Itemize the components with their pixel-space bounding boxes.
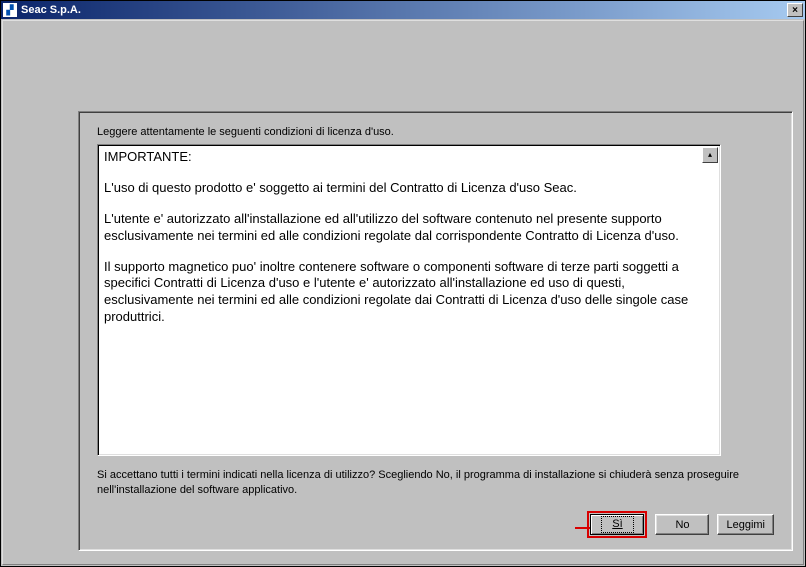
button-row: Sì No Leggimi <box>587 511 774 538</box>
close-icon: × <box>792 5 798 16</box>
license-paragraph: L'uso di questo prodotto e' soggetto ai … <box>104 180 700 197</box>
scroll-up-button[interactable]: ▴ <box>702 147 718 163</box>
no-button-label: No <box>675 519 689 531</box>
accept-question: Si accettano tutti i termini indicati ne… <box>97 468 757 499</box>
license-panel: Leggere attentamente le seguenti condizi… <box>78 111 793 551</box>
yes-button[interactable]: Sì <box>590 514 644 535</box>
license-textbox[interactable]: IMPORTANTE: L'uso di questo prodotto e' … <box>97 144 721 456</box>
close-button[interactable]: × <box>787 3 803 17</box>
readme-button[interactable]: Leggimi <box>717 514 774 535</box>
yes-button-label: Sì <box>612 518 622 530</box>
license-paragraph: L'utente e' autorizzato all'installazion… <box>104 211 700 245</box>
app-icon: ▞ <box>3 3 17 17</box>
license-paragraph: Il supporto magnetico puo' inoltre conte… <box>104 259 700 327</box>
yes-button-highlight: Sì <box>587 511 647 538</box>
client-area: Leggere attentamente le seguenti condizi… <box>2 20 804 565</box>
no-button[interactable]: No <box>655 514 709 535</box>
titlebar: ▞ Seac S.p.A. × <box>1 1 805 19</box>
instruction-text: Leggere attentamente le seguenti condizi… <box>97 126 774 138</box>
readme-button-label: Leggimi <box>726 519 765 531</box>
app-window: ▞ Seac S.p.A. × Leggere attentamente le … <box>0 0 806 567</box>
license-heading: IMPORTANTE: <box>104 149 700 166</box>
window-title: Seac S.p.A. <box>21 4 787 16</box>
chevron-up-icon: ▴ <box>708 150 712 160</box>
